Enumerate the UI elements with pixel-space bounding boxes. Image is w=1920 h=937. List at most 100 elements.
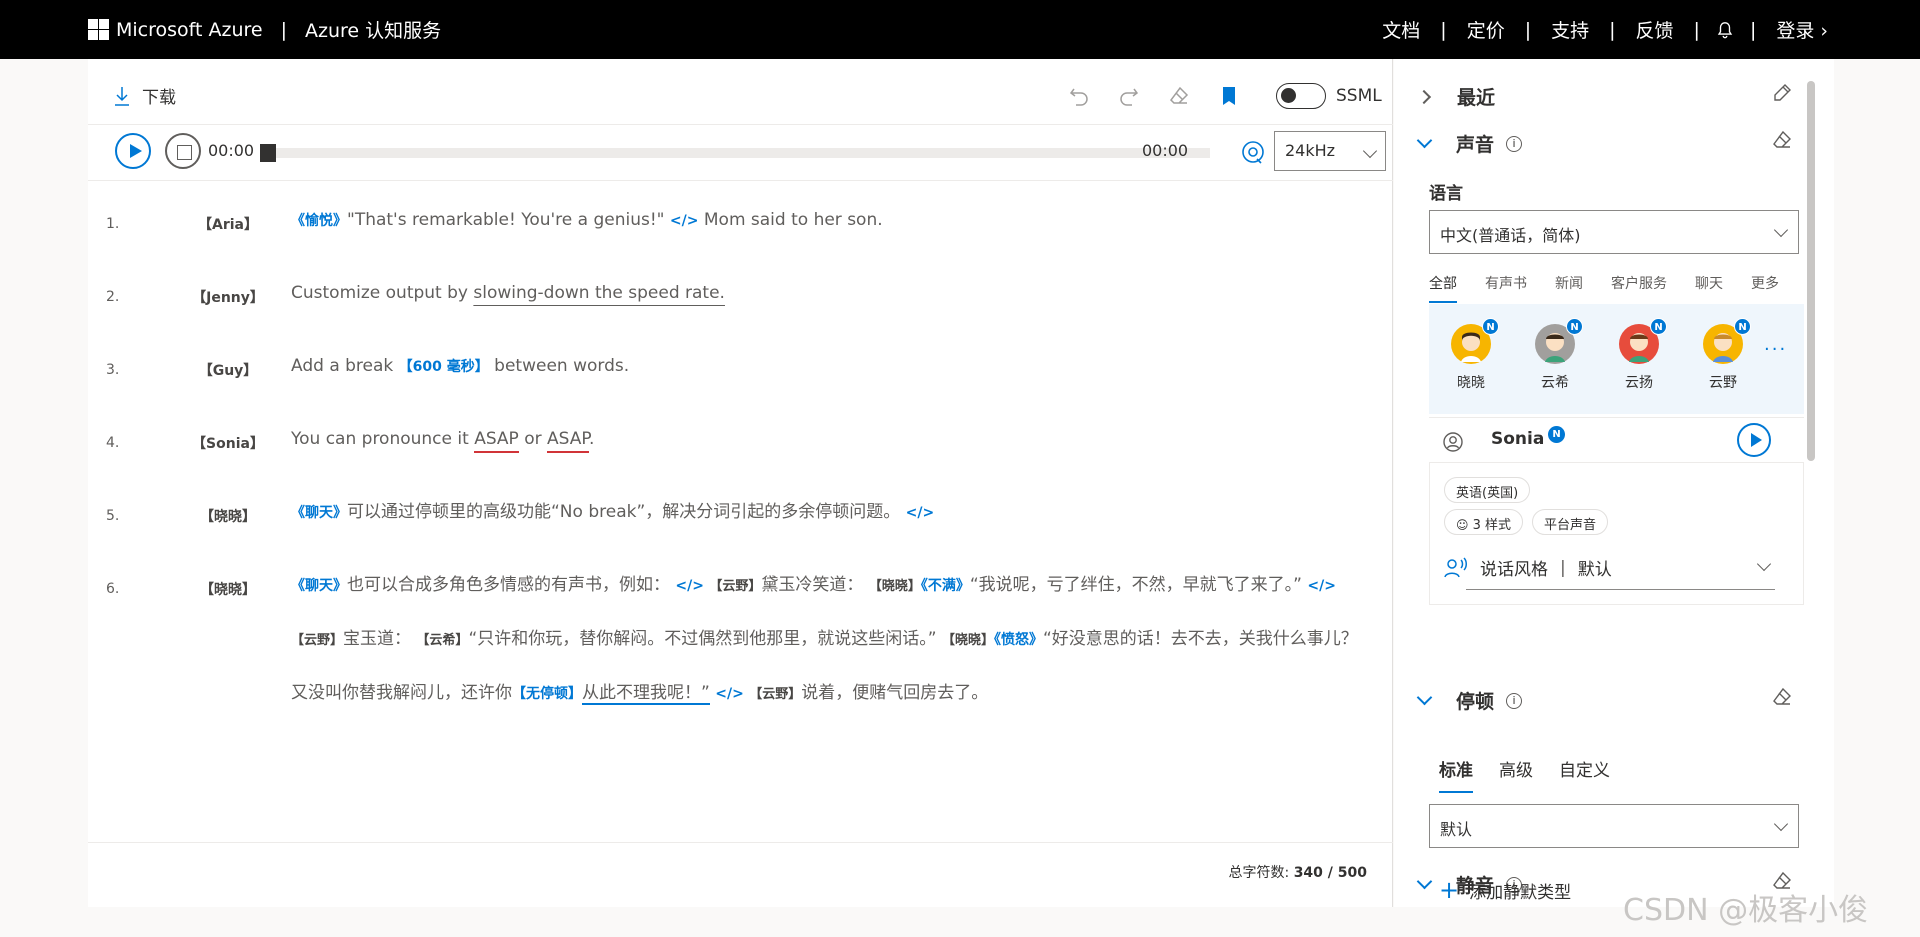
bookmark-icon[interactable] [1218, 85, 1240, 107]
end-tag[interactable]: </> [1307, 578, 1336, 594]
line-content: 也可以合成多角色多情感的有声书，例如： [347, 575, 670, 595]
prosody-span[interactable]: slowing-down the speed rate. [473, 283, 725, 303]
avatar: N [1703, 318, 1751, 364]
brand[interactable]: Microsoft Azure | Azure 认知服务 [88, 0, 441, 59]
preview-play-button[interactable] [1737, 423, 1771, 457]
end-tag[interactable]: </> [675, 578, 704, 594]
tab-customer-service[interactable]: 客户服务 [1611, 273, 1667, 303]
nav-feedback[interactable]: 反馈 [1632, 16, 1678, 43]
tab-custom[interactable]: 自定义 [1559, 756, 1610, 793]
style-tag[interactable]: 《愤怒》 [994, 632, 1043, 648]
voice-card[interactable]: N 云扬 [1609, 318, 1669, 392]
play-button[interactable] [115, 133, 151, 169]
time-start: 00:00 [208, 141, 255, 160]
more-voices-button[interactable]: ... [1764, 334, 1787, 355]
nav-docs[interactable]: 文档 [1378, 16, 1424, 43]
watermark: CSDN @极客小俊 [1623, 893, 1869, 928]
style-tag[interactable]: 《愉悦》 [291, 213, 347, 229]
nav-pricing[interactable]: 定价 [1463, 16, 1509, 43]
chevron-down-icon [1773, 816, 1789, 832]
section-voice[interactable]: 声音 i [1416, 130, 1523, 157]
tab-news[interactable]: 新闻 [1555, 273, 1583, 303]
pronunciation-word[interactable]: ASAP [474, 429, 519, 453]
progress-bar[interactable] [260, 144, 1210, 162]
time-end: 00:00 [1142, 141, 1189, 160]
ssml-toggle[interactable] [1276, 83, 1326, 109]
tab-all[interactable]: 全部 [1429, 273, 1457, 303]
speaking-style-label: 说话风格 [1480, 560, 1548, 580]
plus-icon: + [1439, 876, 1460, 904]
tab-advanced[interactable]: 高级 [1499, 756, 1533, 793]
avatar: N [1535, 318, 1583, 364]
selected-voice[interactable]: Sonia N [1429, 417, 1804, 463]
role-tag[interactable]: 【云野】 [709, 579, 761, 594]
line-number: 4. [106, 435, 120, 451]
audio-settings-icon[interactable] [1240, 139, 1266, 165]
section-recent[interactable]: 最近 [1416, 83, 1495, 110]
line-speaker[interactable]: 【晓晓】 [173, 506, 283, 526]
tab-chat[interactable]: 聊天 [1695, 273, 1723, 303]
line-content: “我说呢，亏了绊住，不然，早就飞了来了。” [969, 575, 1302, 595]
role-tag[interactable]: 【晓晓】 [869, 579, 921, 594]
nav-separator: | [1749, 18, 1757, 41]
char-count-value: 340 / 500 [1293, 865, 1367, 881]
line-speaker[interactable]: 【Aria】 [173, 214, 283, 234]
download-button[interactable]: 下载 [114, 83, 176, 108]
voice-card[interactable]: N 云野 [1693, 318, 1753, 392]
line-text[interactable]: Add a break 【600 毫秒】 between words. [291, 340, 1361, 393]
style-tag[interactable]: 《聊天》 [291, 578, 347, 594]
pronunciation-word[interactable]: ASAP [547, 429, 589, 453]
eraser-icon[interactable] [1168, 85, 1190, 107]
login-link[interactable]: 登录 › [1772, 16, 1832, 43]
panel-scrollbar[interactable] [1807, 81, 1815, 461]
nav-separator: | [1693, 18, 1700, 41]
line-speaker[interactable]: 【晓晓】 [173, 579, 283, 599]
speaking-style-icon [1444, 556, 1467, 577]
add-silence-button[interactable]: + 添加静默类型 [1439, 878, 1571, 903]
tab-more[interactable]: 更多 [1751, 273, 1779, 303]
section-pause[interactable]: 停顿 i [1416, 687, 1523, 714]
sample-rate-select[interactable]: 24kHz [1274, 131, 1386, 171]
end-tag[interactable]: </> [670, 213, 699, 229]
pause-select[interactable]: 默认 [1429, 804, 1799, 848]
language-select[interactable]: 中文(普通话，简体) [1429, 210, 1799, 254]
stop-button[interactable] [165, 133, 201, 169]
nav-support[interactable]: 支持 [1547, 16, 1593, 43]
progress-thumb[interactable] [260, 144, 276, 162]
no-break-tag[interactable]: 【无停顿】 [512, 686, 582, 702]
line-text[interactable]: Customize output by slowing-down the spe… [291, 267, 1361, 319]
line-text[interactable]: 《愉悦》"That's remarkable! You're a genius!… [291, 194, 1361, 247]
line-text[interactable]: You can pronounce it ASAP or ASAP. [291, 413, 1361, 465]
break-tag[interactable]: 【600 毫秒】 [399, 359, 489, 375]
end-tag[interactable]: </> [715, 686, 744, 702]
line-speaker[interactable]: 【Sonia】 [173, 433, 283, 453]
end-tag[interactable]: </> [906, 505, 935, 521]
line-speaker[interactable]: 【Jenny】 [173, 287, 283, 307]
line-content: 说着，便赌气回房去了。 [801, 683, 989, 703]
role-tag[interactable]: 【云野】 [749, 687, 801, 702]
speaking-style-select[interactable]: 说话风格 | 默认 [1444, 555, 1789, 580]
eraser-icon[interactable] [1772, 687, 1792, 707]
voice-card[interactable]: N 晓晓 [1441, 318, 1501, 392]
chevron-down-icon [1416, 873, 1433, 890]
redo-icon[interactable] [1118, 85, 1140, 107]
line-text[interactable]: 《聊天》也可以合成多角色多情感的有声书，例如： </> 【云野】黛玉冷笑道： 【… [291, 559, 1361, 721]
style-tag[interactable]: 《不满》 [921, 578, 970, 594]
voice-card[interactable]: N 云希 [1525, 318, 1585, 392]
edit-icon[interactable] [1772, 83, 1792, 103]
line-speaker[interactable]: 【Guy】 [173, 360, 283, 380]
info-icon[interactable]: i [1506, 135, 1523, 152]
role-tag[interactable]: 【晓晓】 [942, 633, 994, 648]
role-tag[interactable]: 【云希】 [416, 633, 468, 648]
tab-audiobook[interactable]: 有声书 [1485, 273, 1527, 303]
undo-icon[interactable] [1068, 85, 1090, 107]
voice-name: 云希 [1541, 375, 1569, 391]
line-text[interactable]: 《聊天》可以通过停顿里的高级功能“No break”，解决分词引起的多余停顿问题… [291, 486, 1361, 539]
role-tag[interactable]: 【云野】 [291, 633, 343, 648]
style-tag[interactable]: 《聊天》 [291, 505, 347, 521]
info-icon[interactable]: i [1506, 692, 1523, 709]
bell-icon[interactable] [1716, 21, 1734, 39]
eraser-icon[interactable] [1772, 130, 1792, 150]
tab-standard[interactable]: 标准 [1439, 756, 1473, 793]
chevron-right-icon [1416, 89, 1432, 104]
